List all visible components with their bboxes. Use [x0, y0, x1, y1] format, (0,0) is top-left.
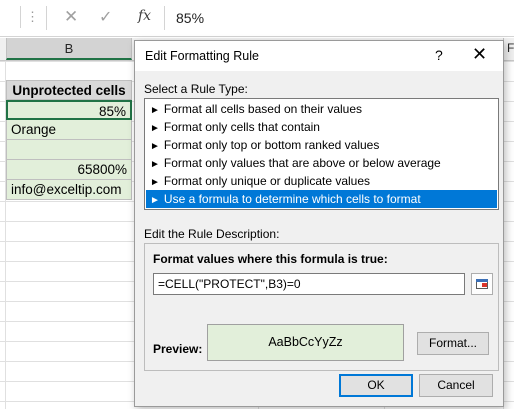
- formula-bar-separator: [164, 6, 165, 30]
- insert-function-icon[interactable]: fx: [138, 8, 151, 24]
- rule-arrow-icon: ►: [150, 123, 160, 134]
- rule-type-label: Format only cells that contain: [163, 120, 320, 134]
- cell-b4[interactable]: Orange: [6, 120, 132, 140]
- rule-type-label: Format only unique or duplicate values: [163, 174, 371, 188]
- range-selector-icon: [476, 279, 488, 289]
- rule-type-label: Format only top or bottom ranked values: [163, 138, 380, 152]
- close-icon[interactable]: ✕: [472, 44, 487, 65]
- formula-bar: ⋮ ✕ ✓ fx 85%: [0, 0, 514, 37]
- cell-b5[interactable]: [6, 140, 132, 160]
- rule-type-item[interactable]: ► Format only values that are above or be…: [146, 154, 497, 172]
- rule-type-label: Use a formula to determine which cells t…: [163, 192, 421, 206]
- enter-entry-icon[interactable]: ✓: [99, 7, 112, 27]
- rule-arrow-icon: ►: [150, 177, 160, 188]
- cancel-button[interactable]: Cancel: [419, 374, 493, 397]
- rule-type-item[interactable]: ► Format only cells that contain: [146, 118, 497, 136]
- edit-formatting-rule-dialog: Edit Formatting Rule ? ✕ Select a Rule T…: [134, 40, 504, 407]
- formula-heading: Format values where this formula is true…: [153, 252, 388, 266]
- formula-bar-handle-icon[interactable]: ⋮: [26, 9, 39, 25]
- rule-type-list[interactable]: ► Format all cells based on their values …: [144, 98, 499, 210]
- rule-arrow-icon: ►: [150, 105, 160, 116]
- formula-input[interactable]: 85%: [176, 10, 204, 26]
- name-box[interactable]: [0, 6, 21, 28]
- cell-b7[interactable]: info@exceltip.com: [6, 180, 132, 200]
- rule-formula-input[interactable]: =CELL("PROTECT",B3)=0: [153, 273, 465, 295]
- preview-label: Preview:: [153, 342, 203, 356]
- rule-type-item[interactable]: ► Format only top or bottom ranked values: [146, 136, 497, 154]
- range-selector-button[interactable]: [471, 273, 493, 295]
- rule-arrow-icon: ►: [150, 195, 160, 206]
- rule-type-item-selected[interactable]: ► Use a formula to determine which cells …: [146, 190, 497, 208]
- rule-type-label: Format all cells based on their values: [163, 102, 362, 116]
- cell-b6[interactable]: 65800%: [6, 160, 132, 180]
- column-header-b[interactable]: B: [6, 38, 132, 60]
- help-icon[interactable]: ?: [435, 47, 443, 63]
- preview-sample: AaBbCcYyZz: [207, 324, 404, 361]
- select-rule-type-label: Select a Rule Type:: [144, 82, 248, 96]
- rule-arrow-icon: ►: [150, 141, 160, 152]
- ok-button[interactable]: OK: [339, 374, 413, 397]
- cell-b3[interactable]: 85%: [6, 100, 132, 120]
- edit-description-label: Edit the Rule Description:: [144, 227, 280, 241]
- dialog-titlebar[interactable]: Edit Formatting Rule ? ✕: [135, 41, 503, 71]
- dialog-title: Edit Formatting Rule: [145, 49, 259, 63]
- cancel-entry-icon[interactable]: ✕: [64, 7, 78, 27]
- format-button[interactable]: Format...: [417, 332, 489, 355]
- formula-bar-separator: [46, 6, 47, 30]
- rule-arrow-icon: ►: [150, 159, 160, 170]
- column-header-f[interactable]: F: [503, 38, 514, 60]
- rule-type-item[interactable]: ► Format only unique or duplicate values: [146, 172, 497, 190]
- rule-description-group: Format values where this formula is true…: [144, 243, 499, 371]
- cell-b2-header[interactable]: Unprotected cells: [6, 80, 132, 100]
- rule-type-item[interactable]: ► Format all cells based on their values: [146, 100, 497, 118]
- rule-type-label: Format only values that are above or bel…: [163, 156, 441, 170]
